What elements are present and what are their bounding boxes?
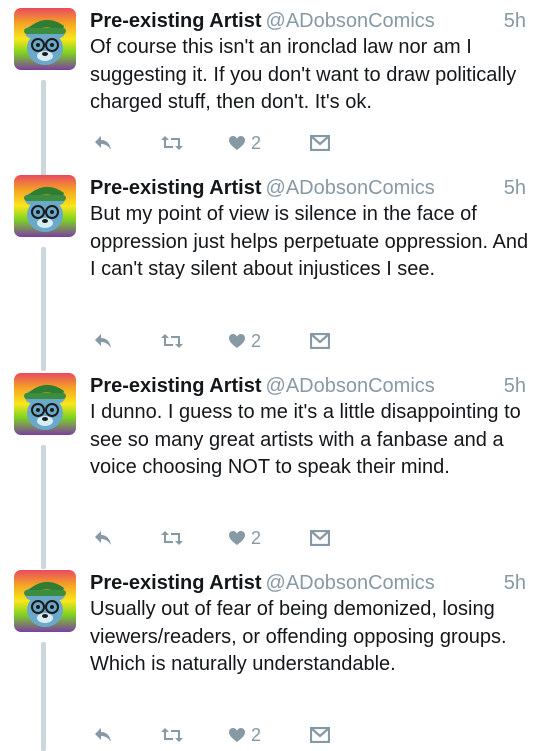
- retweet-icon: [161, 334, 183, 348]
- reply-button[interactable]: [94, 723, 112, 747]
- tweet-text: I dunno. I guess to me it's a little dis…: [90, 401, 521, 478]
- direct-message-button[interactable]: [310, 723, 330, 747]
- thread-line: [41, 642, 46, 751]
- user-handle[interactable]: @ADobsonComics: [266, 375, 435, 397]
- avatar[interactable]: [14, 570, 76, 632]
- heart-icon: [229, 531, 245, 545]
- tweet-text: Usually out of fear of being demonized, …: [90, 598, 507, 675]
- timestamp[interactable]: 5h: [504, 570, 526, 596]
- avatar[interactable]: [14, 8, 76, 70]
- tweet-actions: 2: [90, 526, 350, 550]
- thread-line: [41, 247, 46, 371]
- direct-message-icon: [310, 727, 330, 743]
- like-button[interactable]: 2: [228, 131, 261, 155]
- direct-message-button[interactable]: [310, 526, 330, 550]
- tweet-text: Of course this isn't an ironclad law nor…: [90, 36, 517, 113]
- tweet-header: Pre-existing Artist @ADobsonComics 5h: [90, 373, 526, 399]
- tweet-text: But my point of view is silence in the f…: [90, 203, 529, 280]
- like-count: 2: [251, 528, 262, 548]
- reply-icon: [95, 334, 111, 348]
- tweet[interactable]: Pre-existing Artist @ADobsonComics 5h Usu…: [0, 570, 540, 751]
- reply-button[interactable]: [94, 329, 112, 353]
- reply-icon: [95, 531, 111, 545]
- direct-message-icon: [310, 135, 330, 151]
- timestamp[interactable]: 5h: [504, 373, 526, 399]
- direct-message-button[interactable]: [310, 329, 330, 353]
- tweet-actions: 2: [90, 329, 350, 353]
- user-handle[interactable]: @ADobsonComics: [266, 177, 435, 199]
- display-name[interactable]: Pre-existing Artist: [90, 572, 262, 594]
- display-name[interactable]: Pre-existing Artist: [90, 177, 262, 199]
- like-button[interactable]: 2: [228, 526, 261, 550]
- tweet-actions: 2: [90, 131, 350, 155]
- like-count: 2: [251, 133, 262, 153]
- heart-icon: [229, 136, 245, 150]
- tweet[interactable]: Pre-existing Artist @ADobsonComics 5h But…: [0, 175, 540, 371]
- retweet-button[interactable]: [160, 131, 184, 155]
- tweet-header: Pre-existing Artist @ADobsonComics 5h: [90, 570, 526, 596]
- heart-icon: [229, 334, 245, 348]
- display-name[interactable]: Pre-existing Artist: [90, 375, 262, 397]
- retweet-button[interactable]: [160, 723, 184, 747]
- like-count: 2: [251, 331, 262, 351]
- direct-message-icon: [310, 333, 330, 349]
- like-count: 2: [251, 725, 262, 745]
- display-name[interactable]: Pre-existing Artist: [90, 10, 262, 32]
- direct-message-button[interactable]: [310, 131, 330, 155]
- reply-icon: [95, 136, 111, 150]
- tweet-header: Pre-existing Artist @ADobsonComics 5h: [90, 175, 526, 201]
- tweet[interactable]: Pre-existing Artist @ADobsonComics 5h Of …: [0, 8, 540, 178]
- retweet-icon: [161, 728, 183, 742]
- timestamp[interactable]: 5h: [504, 8, 526, 34]
- timestamp[interactable]: 5h: [504, 175, 526, 201]
- user-handle[interactable]: @ADobsonComics: [266, 10, 435, 32]
- tweet[interactable]: Pre-existing Artist @ADobsonComics 5h I d…: [0, 373, 540, 569]
- like-button[interactable]: 2: [228, 723, 261, 747]
- avatar[interactable]: [14, 373, 76, 435]
- retweet-button[interactable]: [160, 329, 184, 353]
- retweet-icon: [161, 136, 183, 150]
- user-handle[interactable]: @ADobsonComics: [266, 572, 435, 594]
- like-button[interactable]: 2: [228, 329, 261, 353]
- retweet-button[interactable]: [160, 526, 184, 550]
- avatar[interactable]: [14, 175, 76, 237]
- reply-button[interactable]: [94, 131, 112, 155]
- reply-button[interactable]: [94, 526, 112, 550]
- tweet-thread: Pre-existing Artist @ADobsonComics 5h Of …: [0, 0, 540, 751]
- reply-icon: [95, 728, 111, 742]
- thread-line: [41, 80, 46, 178]
- tweet-actions: 2: [90, 723, 350, 747]
- heart-icon: [229, 728, 245, 742]
- retweet-icon: [161, 531, 183, 545]
- direct-message-icon: [310, 530, 330, 546]
- tweet-header: Pre-existing Artist @ADobsonComics 5h: [90, 8, 526, 34]
- thread-line: [41, 445, 46, 569]
